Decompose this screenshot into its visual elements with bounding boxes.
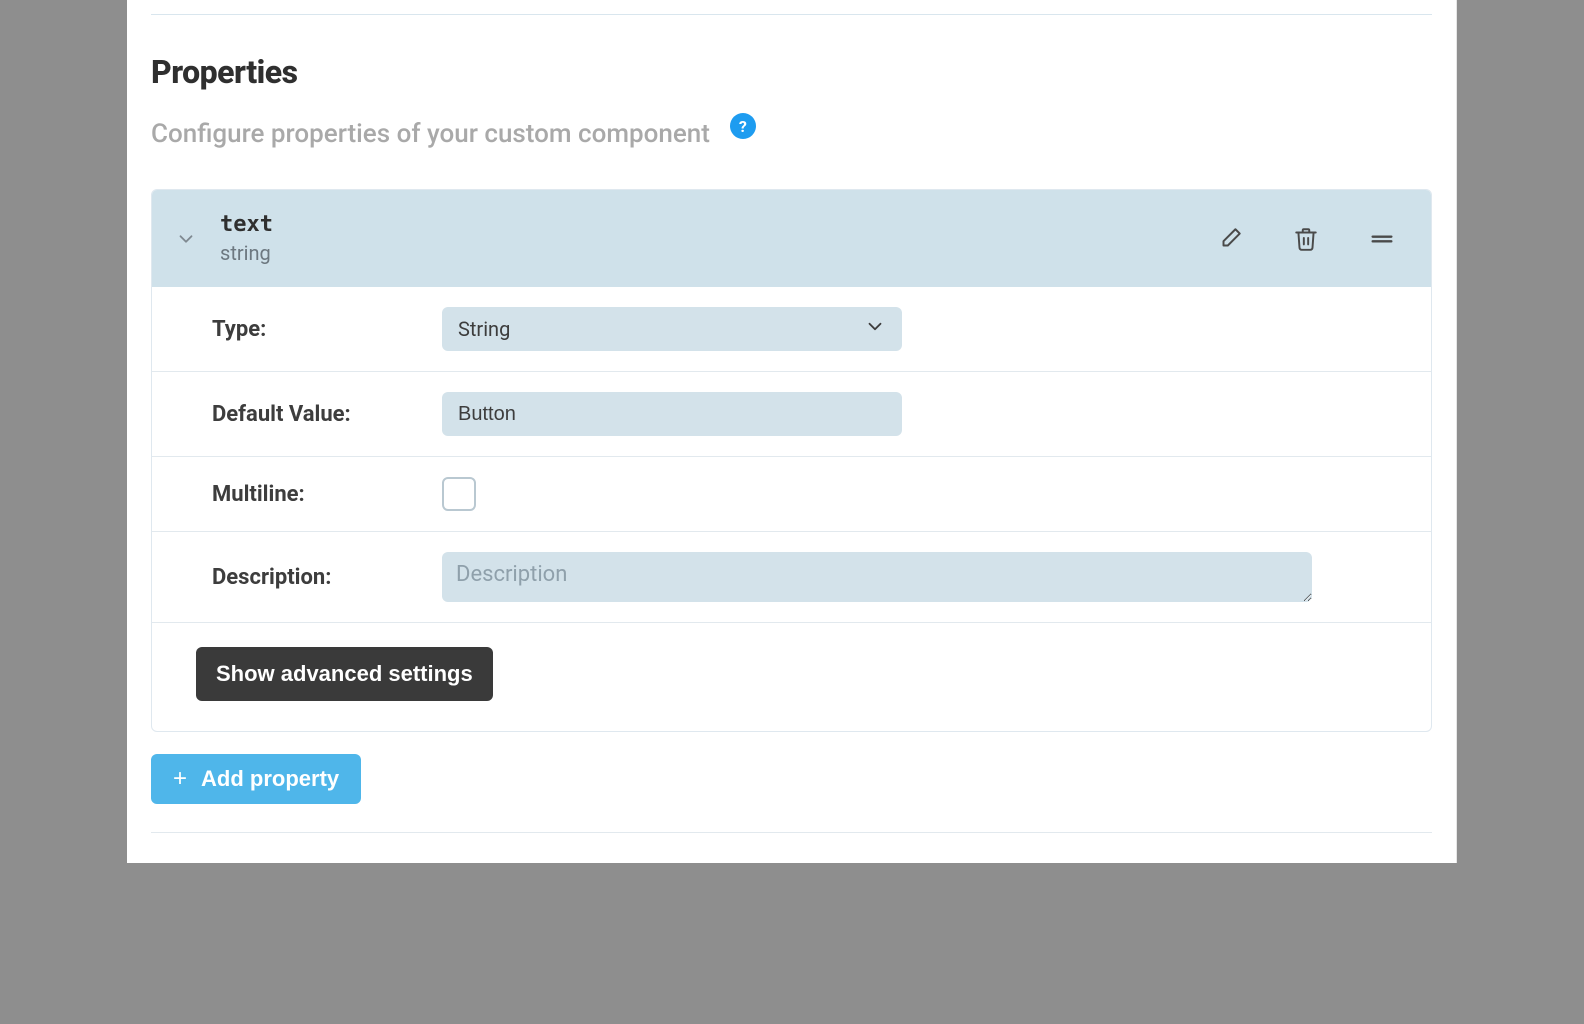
drag-handle-icon[interactable] xyxy=(1367,224,1397,254)
plus-icon: + xyxy=(173,767,187,791)
add-property-label: Add property xyxy=(201,766,339,792)
type-select[interactable]: String xyxy=(442,307,902,351)
chevron-down-icon xyxy=(864,316,886,343)
trash-icon[interactable] xyxy=(1291,224,1321,254)
property-header[interactable]: text string xyxy=(152,190,1431,287)
pencil-icon[interactable] xyxy=(1215,224,1245,254)
section-subtitle: Configure properties of your custom comp… xyxy=(151,119,710,149)
default-value-field-wrap xyxy=(442,392,902,436)
description-textarea[interactable] xyxy=(442,552,1312,602)
property-card: text string Type: xyxy=(151,189,1432,732)
description-label: Description: xyxy=(212,565,442,590)
show-advanced-button[interactable]: Show advanced settings xyxy=(196,647,493,701)
property-body: Type: String Default Value: Mult xyxy=(152,287,1431,731)
row-multiline: Multiline: xyxy=(152,457,1431,532)
default-value-label: Default Value: xyxy=(212,402,442,427)
top-divider xyxy=(151,14,1432,15)
row-type: Type: String xyxy=(152,287,1431,372)
property-header-actions xyxy=(1215,224,1397,254)
property-header-texts: text string xyxy=(220,212,1215,265)
type-label: Type: xyxy=(212,317,442,342)
bottom-divider xyxy=(151,832,1432,833)
chevron-down-icon[interactable] xyxy=(172,228,200,250)
type-select-value: String xyxy=(458,317,510,341)
properties-panel: Properties Configure properties of your … xyxy=(127,0,1457,863)
property-name: text xyxy=(220,212,1215,237)
row-description: Description: xyxy=(152,532,1431,623)
multiline-label: Multiline: xyxy=(212,482,442,507)
property-type-label: string xyxy=(220,241,1215,265)
default-value-input[interactable] xyxy=(458,403,886,426)
add-property-button[interactable]: + Add property xyxy=(151,754,361,804)
subtitle-row: Configure properties of your custom comp… xyxy=(151,119,1432,149)
section-title: Properties xyxy=(151,53,1432,91)
help-icon[interactable]: ? xyxy=(730,113,756,139)
row-default-value: Default Value: xyxy=(152,372,1431,457)
multiline-checkbox[interactable] xyxy=(442,477,476,511)
